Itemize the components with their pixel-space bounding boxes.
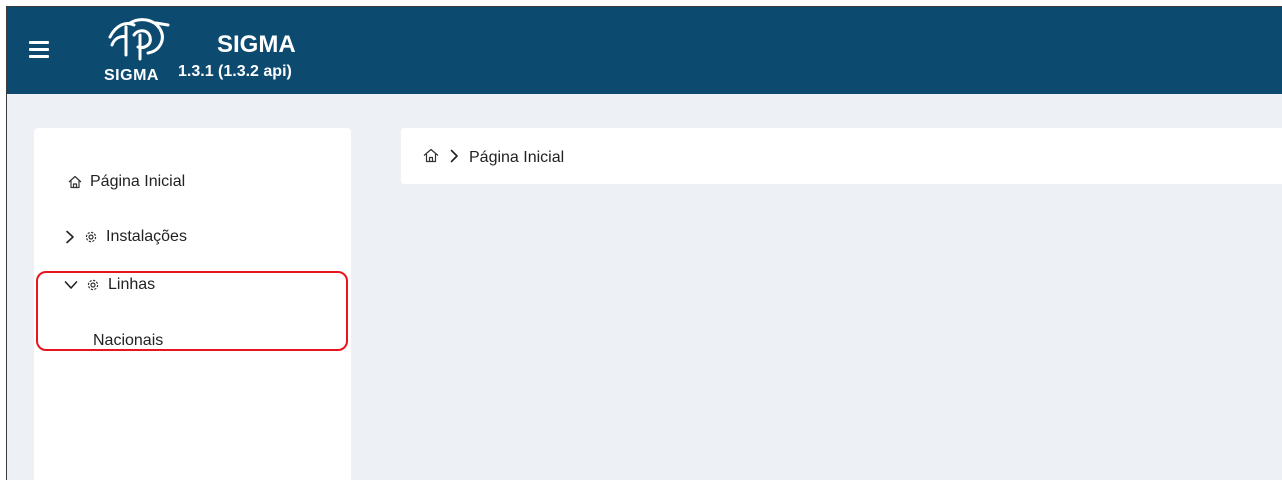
app-version: 1.3.1 (1.3.2 api) bbox=[178, 63, 292, 80]
sidebar: Página Inicial Instalações Linhas Nacion… bbox=[34, 128, 351, 480]
breadcrumb-bar: Página Inicial bbox=[401, 128, 1282, 184]
sidebar-item-pagina-inicial[interactable]: Página Inicial bbox=[68, 173, 185, 191]
gear-icon bbox=[84, 230, 98, 244]
top-header: SIGMA SIGMA 1.3.1 (1.3.2 api) bbox=[7, 7, 1282, 94]
sidebar-item-label: Linhas bbox=[108, 276, 156, 293]
home-icon[interactable] bbox=[423, 148, 439, 168]
chevron-right-icon[interactable] bbox=[64, 230, 76, 244]
sidebar-item-label: Página Inicial bbox=[90, 173, 186, 190]
home-icon bbox=[68, 175, 82, 189]
sidebar-item-instalacoes[interactable]: Instalações bbox=[64, 228, 187, 246]
sidebar-subitem-nacionais[interactable]: Nacionais bbox=[93, 332, 163, 350]
gear-icon bbox=[86, 278, 100, 292]
hamburger-menu-button[interactable] bbox=[29, 41, 49, 59]
app-title: SIGMA bbox=[217, 31, 296, 58]
chevron-down-icon[interactable] bbox=[64, 279, 78, 291]
logo-wordmark: SIGMA bbox=[104, 67, 159, 84]
hamburger-menu-icon bbox=[29, 41, 49, 44]
sidebar-item-label: Instalações bbox=[106, 228, 187, 245]
sidebar-item-linhas[interactable]: Linhas bbox=[64, 276, 155, 294]
sidebar-item-label: Nacionais bbox=[93, 332, 164, 349]
app-window: SIGMA SIGMA 1.3.1 (1.3.2 api) Página Ini… bbox=[6, 6, 1282, 480]
breadcrumb-current: Página Inicial bbox=[469, 149, 565, 166]
breadcrumb: Página Inicial bbox=[423, 148, 564, 168]
chevron-right-icon bbox=[449, 149, 459, 168]
